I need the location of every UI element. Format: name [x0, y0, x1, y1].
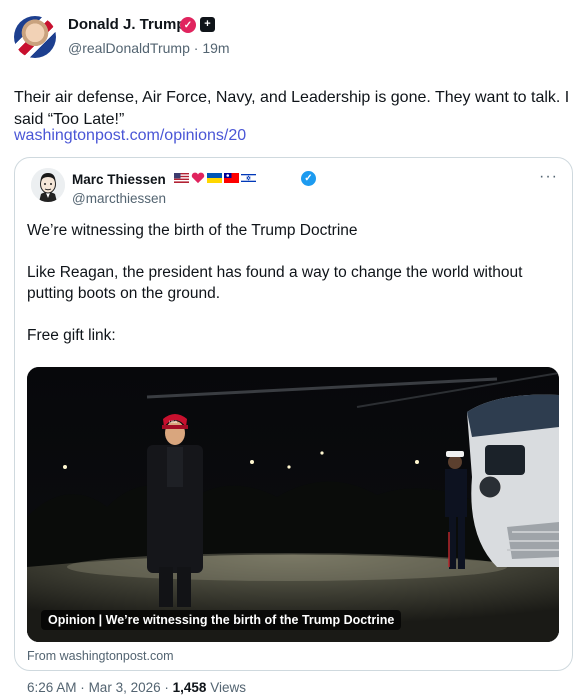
- media-caption: Opinion | We’re witnessing the birth of …: [41, 610, 402, 630]
- quoted-author-handle[interactable]: @marcthiessen: [72, 191, 166, 206]
- link-preview-image[interactable]: USA Opinion | We’re witnessing the birth…: [27, 367, 559, 642]
- more-options-icon[interactable]: ···: [539, 168, 558, 186]
- post-container: Donald J. Trump ✓ + @realDonaldTrump · 1…: [0, 0, 587, 700]
- quoted-post-text: We’re witnessing the birth of the Trump …: [27, 220, 562, 346]
- us-flag-icon: [174, 173, 189, 183]
- quoted-author-avatar[interactable]: [31, 168, 65, 202]
- post-link[interactable]: washingtonpost.com/opinions/20: [14, 127, 246, 145]
- post-text: Their air defense, Air Force, Navy, and …: [14, 89, 570, 128]
- quoted-verified-badge-icon[interactable]: ✓: [301, 171, 316, 186]
- quoted-line-2: Like Reagan, the president has found a w…: [27, 264, 523, 302]
- post-time[interactable]: 6:26 AM: [27, 680, 77, 695]
- verified-badge-icon[interactable]: ✓: [180, 17, 196, 33]
- profile-flags: [174, 172, 256, 184]
- red-heart-icon: [191, 172, 205, 184]
- link-source-label[interactable]: From washingtonpost.com: [27, 649, 174, 663]
- quoted-line-3: Free gift link:: [27, 327, 116, 344]
- quoted-line-1: We’re witnessing the birth of the Trump …: [27, 222, 358, 239]
- post-metadata: 6:26 AM · Mar 3, 2026 · 1,458 Views: [27, 680, 246, 695]
- israel-flag-icon: [241, 173, 256, 183]
- post-date[interactable]: Mar 3, 2026: [89, 680, 161, 695]
- views-label: Views: [210, 680, 246, 695]
- author-name[interactable]: Donald J. Trump: [68, 16, 186, 33]
- night-helicopter-photo: USA: [27, 367, 559, 642]
- author-handle-line: @realDonaldTrump · 19m: [68, 40, 230, 56]
- quoted-author-name[interactable]: Marc Thiessen: [72, 172, 166, 187]
- author-avatar[interactable]: [14, 16, 56, 58]
- quoted-post-card[interactable]: Marc Thiessen ✓ @marcthiessen ··· We’re …: [14, 157, 573, 671]
- meta-separator: ·: [80, 680, 85, 695]
- meta-separator-2: ·: [164, 680, 169, 695]
- post-time-ago[interactable]: 19m: [202, 40, 229, 56]
- caricature-avatar-icon: [31, 168, 65, 202]
- taiwan-flag-icon: [224, 173, 239, 183]
- svg-text:USA: USA: [169, 419, 178, 424]
- views-count: 1,458: [172, 680, 207, 695]
- affiliate-badge-icon[interactable]: +: [200, 17, 215, 32]
- separator-dot: ·: [193, 40, 199, 56]
- author-handle[interactable]: @realDonaldTrump: [68, 40, 190, 56]
- ukraine-flag-icon: [207, 173, 222, 183]
